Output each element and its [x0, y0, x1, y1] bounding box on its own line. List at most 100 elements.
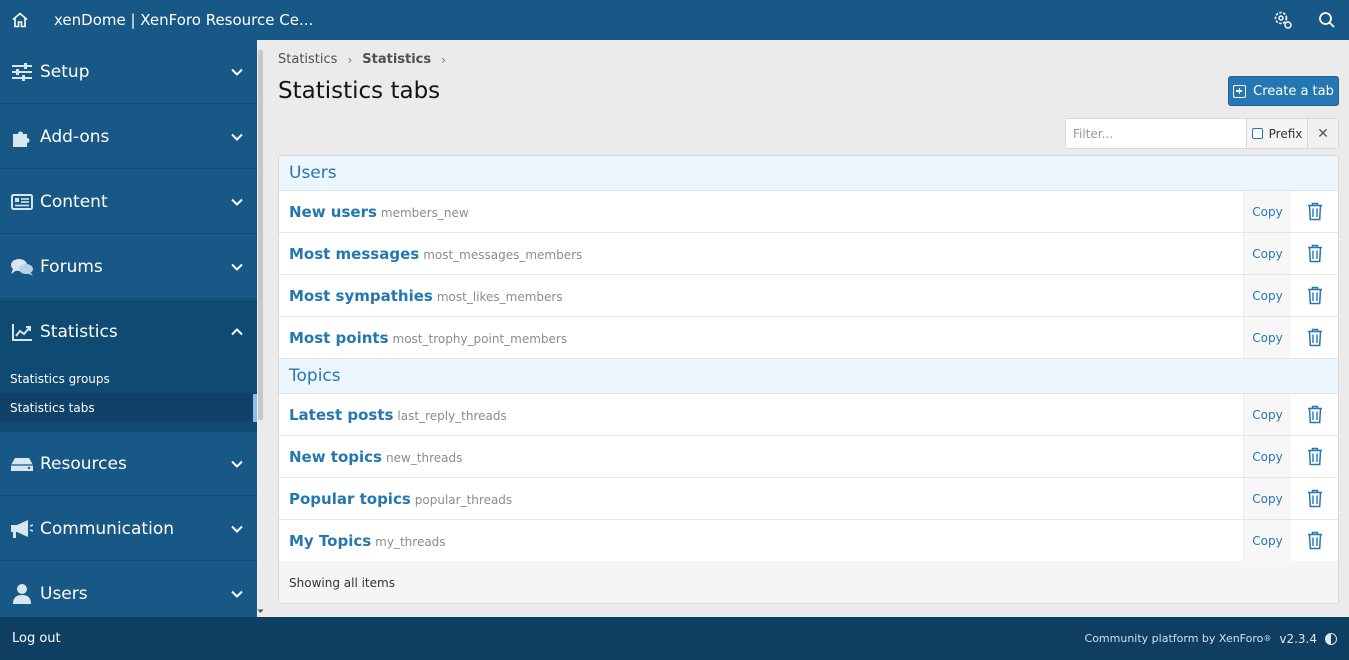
sidebar-item-users[interactable]: Users	[0, 562, 257, 617]
registered-mark: ®	[1263, 634, 1272, 643]
sliders-icon	[10, 60, 34, 84]
breadcrumb-item[interactable]: Statistics	[278, 52, 337, 67]
footer-credit-link[interactable]: Community platform by XenForo	[1085, 632, 1264, 645]
tab-id-hint: most_trophy_point_members	[392, 331, 568, 346]
puzzle-icon	[10, 125, 34, 149]
sidebar-item-label: Statistics	[40, 321, 118, 342]
content-icon	[10, 190, 34, 214]
sidebar-item-label: Content	[40, 191, 108, 212]
subnav-statistics-groups[interactable]: Statistics groups	[0, 364, 257, 393]
chevron-down-icon	[231, 525, 243, 533]
copy-button[interactable]: Copy	[1243, 275, 1291, 316]
copy-button[interactable]: Copy	[1243, 191, 1291, 232]
comments-icon	[10, 255, 34, 279]
version-label: v2.3.4	[1279, 631, 1317, 646]
list-item: Most messages most_messages_members Copy	[279, 233, 1338, 275]
tab-title-link[interactable]: Most points	[289, 329, 389, 347]
sidebar-item-label: Resources	[40, 453, 127, 474]
breadcrumb-item[interactable]: Statistics	[362, 52, 431, 67]
trash-icon[interactable]	[1291, 436, 1338, 477]
sidebar-item-communication[interactable]: Communication	[0, 497, 257, 561]
sidebar-item-statistics[interactable]: Statistics	[0, 300, 257, 364]
search-icon[interactable]	[1305, 0, 1349, 40]
prefix-toggle[interactable]: Prefix	[1246, 119, 1307, 148]
sidebar-item-label: Communication	[40, 518, 174, 539]
tab-id-hint: most_messages_members	[423, 247, 583, 262]
user-icon	[10, 582, 34, 606]
trash-icon[interactable]	[1291, 317, 1338, 358]
tab-id-hint: most_likes_members	[436, 289, 563, 304]
sidebar-scrollbar[interactable]	[257, 40, 264, 617]
tab-id-hint: new_threads	[385, 450, 463, 465]
copy-button[interactable]: Copy	[1243, 233, 1291, 274]
trash-icon[interactable]	[1291, 191, 1338, 232]
list-footer: Showing all items	[279, 561, 1338, 603]
filter-input[interactable]	[1066, 119, 1246, 148]
trash-icon[interactable]	[1291, 233, 1338, 274]
tab-id-hint: last_reply_threads	[397, 408, 507, 423]
list-item: New topics new_threads Copy	[279, 436, 1338, 478]
chevron-down-icon	[231, 68, 243, 76]
copy-button[interactable]: Copy	[1243, 394, 1291, 435]
tab-id-hint: popular_threads	[414, 492, 513, 507]
chevron-down-icon	[231, 198, 243, 206]
copy-button[interactable]: Copy	[1243, 520, 1291, 561]
page-footer: Log out Community platform by XenForo ® …	[0, 617, 1349, 660]
group-header-users: Users	[279, 156, 1338, 191]
top-bar: xenDome | XenForo Resource Ce...	[0, 0, 1349, 40]
breadcrumb-separator-icon: ›	[347, 52, 353, 67]
sidebar-item-forums[interactable]: Forums	[0, 235, 257, 299]
clear-filter-icon[interactable]: ✕	[1307, 119, 1338, 148]
subnav-statistics-tabs[interactable]: Statistics tabs	[0, 393, 257, 422]
group-header-topics: Topics	[279, 359, 1338, 394]
tab-title-link[interactable]: Most sympathies	[289, 287, 433, 305]
prefix-checkbox[interactable]	[1251, 128, 1263, 139]
trash-icon[interactable]	[1291, 520, 1338, 561]
logout-link[interactable]: Log out	[12, 631, 61, 646]
sidebar-item-resources[interactable]: Resources	[0, 432, 257, 496]
theme-toggle-icon[interactable]	[1325, 632, 1337, 645]
sidebar: Setup Add-ons Content Forums Statistics …	[0, 40, 257, 617]
sidebar-item-label: Forums	[40, 256, 103, 277]
tab-title-link[interactable]: My Topics	[289, 532, 371, 550]
tab-title-link[interactable]: Popular topics	[289, 490, 411, 508]
chevron-down-icon	[231, 263, 243, 271]
settings-icon[interactable]	[1261, 0, 1305, 40]
copy-button[interactable]: Copy	[1243, 317, 1291, 358]
statistics-subnav: Statistics groups Statistics tabs	[0, 364, 257, 432]
chevron-down-icon	[231, 133, 243, 141]
trash-icon[interactable]	[1291, 478, 1338, 519]
tab-title-link[interactable]: New topics	[289, 448, 382, 466]
site-title[interactable]: xenDome | XenForo Resource Ce...	[54, 11, 313, 29]
sidebar-item-content[interactable]: Content	[0, 170, 257, 234]
chevron-up-icon	[231, 328, 243, 336]
scroll-down-arrow-icon[interactable]	[257, 609, 264, 614]
sidebar-item-addons[interactable]: Add-ons	[0, 105, 257, 169]
copy-button[interactable]: Copy	[1243, 436, 1291, 477]
filter-bar: Prefix ✕	[1065, 118, 1339, 149]
tab-id-hint: members_new	[380, 205, 469, 220]
list-item: New users members_new Copy	[279, 191, 1338, 233]
sidebar-item-label: Add-ons	[40, 126, 110, 147]
trash-icon[interactable]	[1291, 275, 1338, 316]
chart-icon	[10, 320, 34, 344]
plus-square-icon	[1233, 84, 1247, 98]
page-title: Statistics tabs	[278, 78, 441, 104]
create-tab-button[interactable]: Create a tab	[1228, 76, 1339, 106]
copy-button[interactable]: Copy	[1243, 478, 1291, 519]
trash-icon[interactable]	[1291, 394, 1338, 435]
tabs-list: Users New users members_new Copy Most mes…	[278, 155, 1339, 604]
list-item: Popular topics popular_threads Copy	[279, 478, 1338, 520]
tab-title-link[interactable]: New users	[289, 203, 377, 221]
sidebar-item-setup[interactable]: Setup	[0, 40, 257, 104]
list-item: Most sympathies most_likes_members Copy	[279, 275, 1338, 317]
create-tab-label: Create a tab	[1253, 83, 1334, 99]
home-icon[interactable]	[0, 0, 40, 40]
tab-title-link[interactable]: Latest posts	[289, 406, 393, 424]
list-item: Latest posts last_reply_threads Copy	[279, 394, 1338, 436]
list-item: Most points most_trophy_point_members Cop…	[279, 317, 1338, 359]
sidebar-scrollbar-thumb[interactable]	[258, 50, 263, 420]
sidebar-item-label: Setup	[40, 61, 90, 82]
tab-title-link[interactable]: Most messages	[289, 245, 419, 263]
sidebar-item-label: Users	[40, 583, 88, 604]
